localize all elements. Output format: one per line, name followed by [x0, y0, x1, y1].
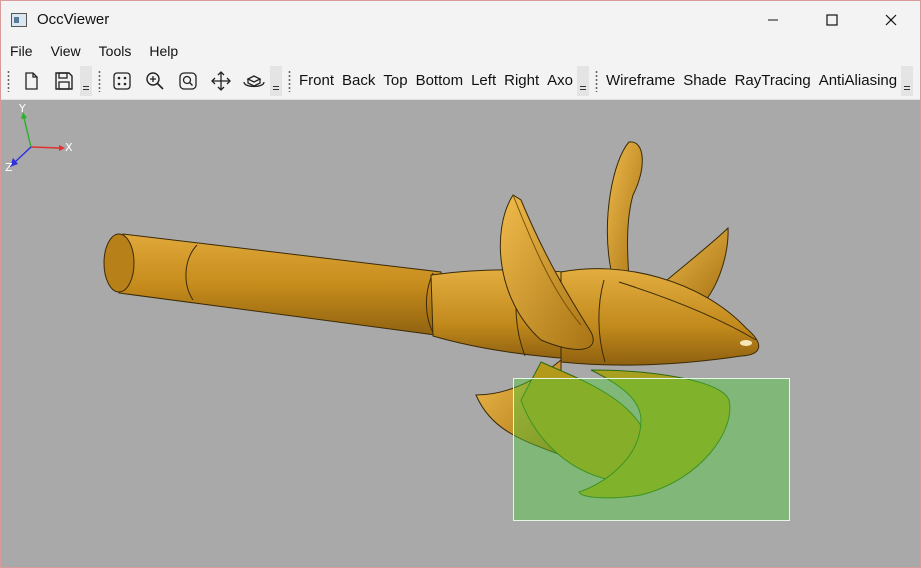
view-axo-button[interactable]: Axo — [543, 66, 577, 96]
toolbar-extension-button[interactable] — [270, 66, 282, 96]
app-icon — [11, 12, 27, 27]
toolbar-grip[interactable] — [288, 70, 291, 92]
view-top-button[interactable]: Top — [379, 66, 411, 96]
view-back-button[interactable]: Back — [338, 66, 379, 96]
fit-all-button[interactable] — [105, 66, 138, 96]
zoom-window-icon — [178, 72, 197, 90]
toolbar-grip[interactable] — [98, 70, 101, 92]
view-front-button[interactable]: Front — [295, 66, 338, 96]
toolbar: Front Back Top Bottom Left Right Axo Wir… — [1, 63, 920, 100]
rotate-icon — [242, 75, 265, 88]
view-bottom-button[interactable]: Bottom — [412, 66, 468, 96]
window-controls — [743, 1, 920, 38]
view-right-button[interactable]: Right — [500, 66, 543, 96]
pan-button[interactable] — [204, 66, 237, 96]
new-document-icon — [24, 72, 38, 90]
title-bar: OccViewer — [1, 1, 920, 38]
pan-icon — [210, 71, 231, 91]
zoom-icon — [145, 72, 164, 90]
menu-help[interactable]: Help — [140, 43, 187, 59]
minimize-button[interactable] — [743, 1, 802, 38]
toolbar-extension-button[interactable] — [577, 66, 590, 96]
new-button[interactable] — [14, 66, 47, 96]
rotate-button[interactable] — [237, 66, 270, 96]
app-window: OccViewer File View Tools Help Front Bac… — [0, 0, 921, 568]
zoom-button[interactable] — [138, 66, 171, 96]
save-button[interactable] — [47, 66, 80, 96]
window-title: OccViewer — [37, 11, 110, 28]
close-button[interactable] — [861, 1, 920, 38]
toolbar-grip[interactable] — [7, 70, 10, 92]
menu-file[interactable]: File — [1, 43, 42, 59]
mode-wireframe-button[interactable]: Wireframe — [602, 66, 679, 96]
selection-rectangle — [513, 378, 790, 521]
z-axis-label: Z — [5, 161, 13, 174]
toolbar-extension-button[interactable] — [901, 66, 914, 96]
menu-bar: File View Tools Help — [1, 39, 920, 63]
menu-view[interactable]: View — [42, 43, 90, 59]
toolbar-grip[interactable] — [595, 70, 599, 92]
mode-raytracing-button[interactable]: RayTracing — [731, 66, 815, 96]
mode-shade-button[interactable]: Shade — [679, 66, 730, 96]
x-axis-label: X — [65, 141, 73, 154]
y-axis-label: Y — [18, 102, 26, 115]
fit-all-icon — [112, 72, 131, 90]
minimize-icon — [767, 19, 778, 20]
save-icon — [54, 72, 73, 90]
3d-viewport[interactable]: X Y Z — [1, 100, 920, 567]
zoom-window-button[interactable] — [171, 66, 204, 96]
mode-antialiasing-button[interactable]: AntiAliasing — [815, 66, 901, 96]
maximize-icon — [825, 13, 838, 26]
view-left-button[interactable]: Left — [467, 66, 500, 96]
maximize-button[interactable] — [802, 1, 861, 38]
axis-triad: X Y Z — [5, 102, 73, 174]
toolbar-extension-button[interactable] — [80, 66, 92, 96]
close-icon — [885, 14, 896, 25]
menu-tools[interactable]: Tools — [90, 43, 141, 59]
